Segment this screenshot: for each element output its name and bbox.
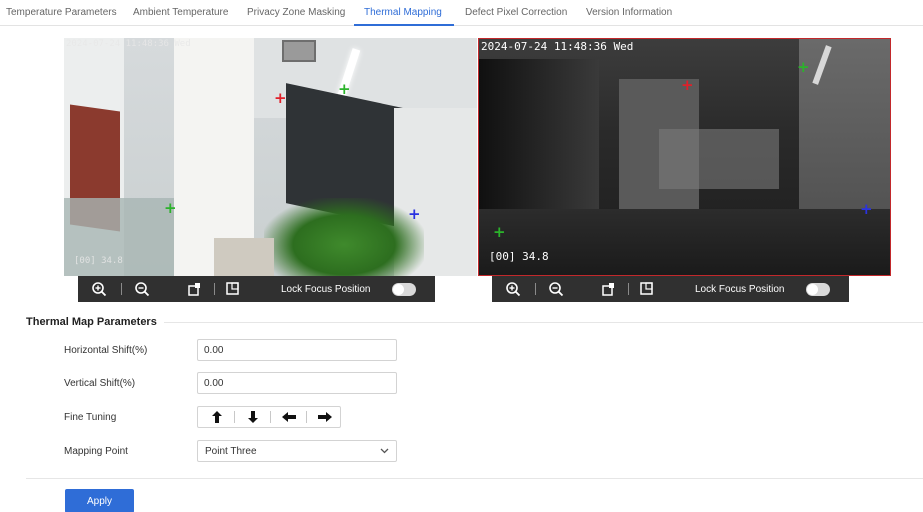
video-toolbar-right: Lock Focus Position: [492, 276, 849, 302]
focus-far-icon[interactable]: [224, 280, 244, 298]
marker-blue-right: +: [860, 200, 873, 218]
zoom-out-icon[interactable]: [547, 280, 567, 298]
timestamp-right: 2024-07-24 11:48:36 Wed: [481, 40, 634, 53]
toggle-knob: [393, 284, 404, 295]
zoom-in-icon[interactable]: [90, 280, 110, 298]
fine-tuning-label: Fine Tuning: [64, 412, 117, 423]
focus-near-icon[interactable]: [600, 280, 620, 298]
tab-defect-pixel-correction[interactable]: Defect Pixel Correction: [465, 7, 567, 18]
video-toolbar-left: Lock Focus Position: [78, 276, 435, 302]
lock-focus-toggle[interactable]: [806, 283, 830, 296]
marker-green-side-left: +: [164, 199, 177, 217]
zoom-out-icon[interactable]: [133, 280, 153, 298]
footer-divider: [26, 478, 923, 479]
thermal-desk: [659, 129, 779, 189]
vertical-shift-label: Vertical Shift(%): [64, 378, 136, 389]
arrow-left-icon[interactable]: [272, 407, 305, 427]
tab-ambient-temperature[interactable]: Ambient Temperature: [133, 7, 228, 18]
toggle-knob: [807, 284, 818, 295]
timestamp-left: 2024-07-24 11:48:36 Wed: [66, 39, 191, 49]
mapping-point-value: Point Three: [205, 446, 257, 457]
section-divider: [164, 322, 923, 323]
horizontal-shift-label: Horizontal Shift(%): [64, 345, 148, 356]
temperature-reading-right: [00] 34.8: [489, 250, 549, 263]
marker-red-right: +: [681, 76, 694, 94]
tab-thermal-mapping[interactable]: Thermal Mapping: [364, 7, 442, 18]
mapping-point-label: Mapping Point: [64, 446, 128, 457]
plant: [264, 198, 424, 276]
vent: [282, 40, 316, 62]
tab-version-information[interactable]: Version Information: [586, 7, 672, 18]
active-tab-indicator: [354, 24, 454, 26]
marker-blue-left: +: [408, 205, 421, 223]
section-title: Thermal Map Parameters: [26, 316, 157, 328]
marker-green-top-left: +: [338, 80, 351, 98]
arrow-down-icon[interactable]: [236, 407, 269, 427]
mapping-point-select[interactable]: Point Three: [197, 440, 397, 462]
thermal-floor: [479, 209, 890, 275]
tab-bar: Temperature Parameters Ambient Temperatu…: [0, 0, 923, 26]
toolbar-divider: [535, 283, 536, 295]
apply-button[interactable]: Apply: [65, 489, 134, 512]
tab-privacy-zone-masking[interactable]: Privacy Zone Masking: [247, 7, 345, 18]
marker-green-top-right: +: [797, 58, 810, 76]
lock-focus-label: Lock Focus Position: [281, 284, 371, 295]
arrow-up-icon[interactable]: [200, 407, 233, 427]
toolbar-divider: [214, 283, 215, 295]
thermal-video[interactable]: 2024-07-24 11:48:36 Wed [00] 34.8 + + + …: [478, 38, 891, 276]
chevron-down-icon: [380, 448, 389, 454]
arrow-right-icon[interactable]: [308, 407, 341, 427]
focus-far-icon[interactable]: [638, 280, 658, 298]
tuning-divider: [306, 411, 307, 423]
lock-focus-label: Lock Focus Position: [695, 284, 785, 295]
tuning-divider: [234, 411, 235, 423]
zoom-in-icon[interactable]: [504, 280, 524, 298]
tab-temperature-parameters[interactable]: Temperature Parameters: [6, 7, 117, 18]
lock-focus-toggle[interactable]: [392, 283, 416, 296]
desk-items: [214, 238, 274, 276]
tuning-divider: [270, 411, 271, 423]
vertical-shift-input[interactable]: [197, 372, 397, 394]
focus-near-icon[interactable]: [186, 280, 206, 298]
fine-tuning-controls: [197, 406, 341, 428]
toolbar-divider: [628, 283, 629, 295]
marker-red-left: +: [274, 89, 287, 107]
horizontal-shift-input[interactable]: [197, 339, 397, 361]
toolbar-divider: [121, 283, 122, 295]
visible-light-video[interactable]: 2024-07-24 11:48:36 Wed [00] 34.8 + + + …: [64, 38, 477, 276]
marker-green-side-right: +: [493, 223, 506, 241]
temperature-reading-left: [00] 34.8: [74, 256, 123, 266]
